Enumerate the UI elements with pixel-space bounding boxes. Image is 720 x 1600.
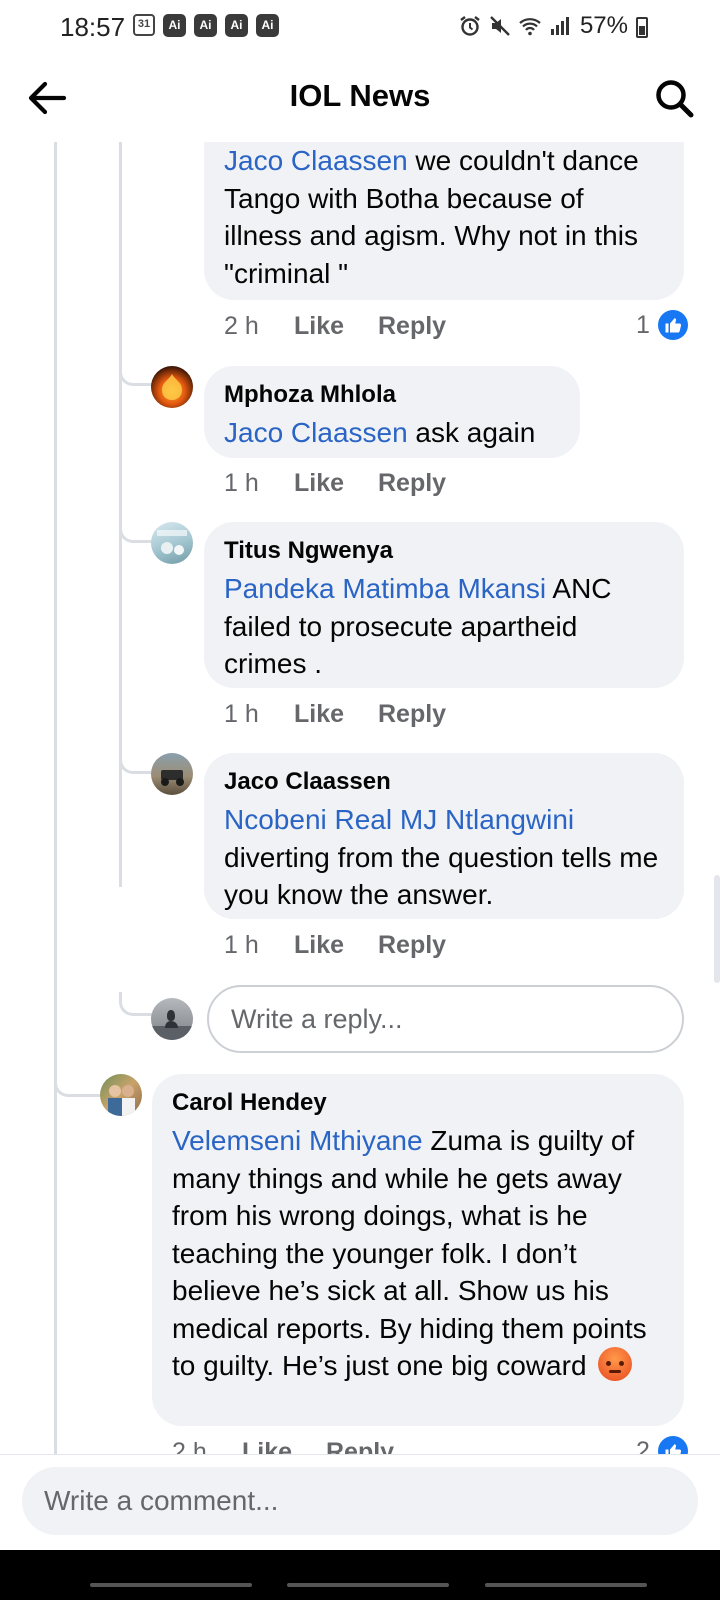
back-arrow-icon bbox=[28, 81, 67, 115]
reply-button[interactable]: Reply bbox=[378, 700, 446, 729]
comment-time: 1 h bbox=[224, 931, 259, 959]
comment-actions: 2 h Like Reply bbox=[172, 1438, 394, 1454]
nav-back-handle[interactable] bbox=[485, 1583, 647, 1587]
reply-input[interactable] bbox=[207, 985, 684, 1053]
comment-bubble: Titus Ngwenya Pandeka Matimba Mkansi ANC… bbox=[204, 522, 684, 688]
mention-link[interactable]: Jaco Claassen bbox=[224, 417, 408, 448]
comment-time: 2 h bbox=[172, 1438, 207, 1454]
comment-actions: 2 h Like Reply bbox=[224, 312, 446, 341]
reply-button[interactable]: Reply bbox=[378, 312, 446, 341]
comment-author[interactable]: Mphoza Mhlola bbox=[224, 380, 560, 410]
ai-badge-icon: Ai bbox=[225, 14, 248, 37]
reaction-summary[interactable]: 2 bbox=[636, 1436, 688, 1454]
comment-actions: 1 h Like Reply bbox=[224, 700, 446, 729]
battery-icon bbox=[636, 17, 648, 38]
angry-face-emoji-icon bbox=[598, 1347, 633, 1381]
like-reaction-icon bbox=[657, 310, 688, 340]
thread-line-inner bbox=[119, 142, 122, 887]
avatar[interactable] bbox=[151, 366, 193, 408]
comment-author[interactable]: Jaco Claassen bbox=[224, 767, 664, 797]
back-button[interactable] bbox=[24, 76, 70, 120]
reaction-count: 2 bbox=[636, 1436, 650, 1455]
mention-link[interactable]: Velemseni Mthiyane bbox=[172, 1125, 423, 1156]
comment-time: 2 h bbox=[224, 312, 259, 340]
avatar[interactable] bbox=[151, 522, 193, 564]
comment-bubble: Mphoza Mhlola Jaco Claassen ask again bbox=[204, 366, 580, 458]
comment-text: Pandeka Matimba Mkansi ANC failed to pro… bbox=[224, 573, 612, 679]
current-user-avatar bbox=[151, 998, 193, 1040]
thread-connector bbox=[119, 519, 153, 543]
ai-badge-icon: Ai bbox=[256, 14, 279, 37]
reply-button[interactable]: Reply bbox=[326, 1438, 394, 1454]
nav-recents-handle[interactable] bbox=[90, 1583, 252, 1587]
like-button[interactable]: Like bbox=[242, 1438, 326, 1454]
signal-icon bbox=[550, 17, 569, 35]
comment-author[interactable]: Carol Hendey bbox=[172, 1088, 664, 1118]
alarm-icon bbox=[460, 16, 480, 36]
ai-badge-icon: Ai bbox=[163, 14, 186, 37]
comment-author[interactable]: Titus Ngwenya bbox=[224, 536, 664, 566]
like-button[interactable]: Like bbox=[294, 700, 378, 729]
status-icons: 57% bbox=[458, 10, 650, 42]
comment-text: Ncobeni Real MJ Ntlangwini diverting fro… bbox=[224, 804, 659, 910]
system-nav-bar bbox=[0, 1550, 720, 1600]
status-bar: 18:57 31 Ai Ai Ai Ai 57% bbox=[0, 0, 720, 54]
thread-connector bbox=[54, 1073, 102, 1097]
comment-bubble: Jaco Claassen we couldn't dance Tango wi… bbox=[204, 142, 684, 300]
avatar[interactable] bbox=[151, 753, 193, 795]
thread-connector bbox=[119, 362, 153, 386]
comment-actions: 1 h Like Reply bbox=[224, 469, 446, 498]
avatar[interactable] bbox=[100, 1074, 142, 1116]
ai-badge-icon: Ai bbox=[194, 14, 217, 37]
comment-time: 1 h bbox=[224, 469, 259, 497]
like-reaction-icon bbox=[657, 1436, 688, 1454]
comment-time: 1 h bbox=[224, 700, 259, 728]
calendar-icon: 31 bbox=[133, 14, 155, 36]
comment-thread: Jaco Claassen we couldn't dance Tango wi… bbox=[0, 142, 720, 1454]
comment-bubble: Jaco Claassen Ncobeni Real MJ Ntlangwini… bbox=[204, 753, 684, 919]
reaction-count: 1 bbox=[636, 310, 650, 339]
thread-line-outer bbox=[54, 142, 57, 1454]
mention-link[interactable]: Pandeka Matimba Mkansi bbox=[224, 573, 546, 604]
status-time: 18:57 bbox=[60, 12, 126, 42]
thread-connector bbox=[119, 992, 153, 1016]
page-title: IOL News bbox=[289, 78, 431, 113]
comment-text: Jaco Claassen ask again bbox=[224, 417, 536, 448]
mention-link[interactable]: Jaco Claassen bbox=[224, 145, 408, 176]
reply-button[interactable]: Reply bbox=[378, 469, 446, 498]
nav-home-handle[interactable] bbox=[287, 1583, 449, 1587]
reply-button[interactable]: Reply bbox=[378, 931, 446, 960]
like-button[interactable]: Like bbox=[294, 469, 378, 498]
mute-icon bbox=[490, 16, 510, 36]
comment-actions: 1 h Like Reply bbox=[224, 931, 446, 960]
reaction-summary[interactable]: 1 bbox=[636, 310, 688, 340]
like-button[interactable]: Like bbox=[294, 931, 378, 960]
comment-composer bbox=[0, 1454, 720, 1550]
comment-input[interactable] bbox=[22, 1467, 698, 1535]
search-icon bbox=[656, 80, 694, 118]
like-button[interactable]: Like bbox=[294, 312, 378, 341]
wifi-icon bbox=[519, 18, 541, 36]
mention-link[interactable]: Ncobeni Real MJ Ntlangwini bbox=[224, 804, 574, 835]
app-header: IOL News bbox=[0, 54, 720, 142]
scrollbar[interactable] bbox=[714, 875, 720, 983]
battery-percent: 57% bbox=[579, 12, 628, 39]
comment-bubble: Carol Hendey Velemseni Mthiyane Zuma is … bbox=[152, 1074, 684, 1426]
thread-connector bbox=[119, 750, 153, 774]
comment-text: Velemseni Mthiyane Zuma is guilty of man… bbox=[172, 1125, 647, 1381]
comment-text: Jaco Claassen we couldn't dance Tango wi… bbox=[224, 145, 639, 289]
search-button[interactable] bbox=[652, 76, 696, 120]
